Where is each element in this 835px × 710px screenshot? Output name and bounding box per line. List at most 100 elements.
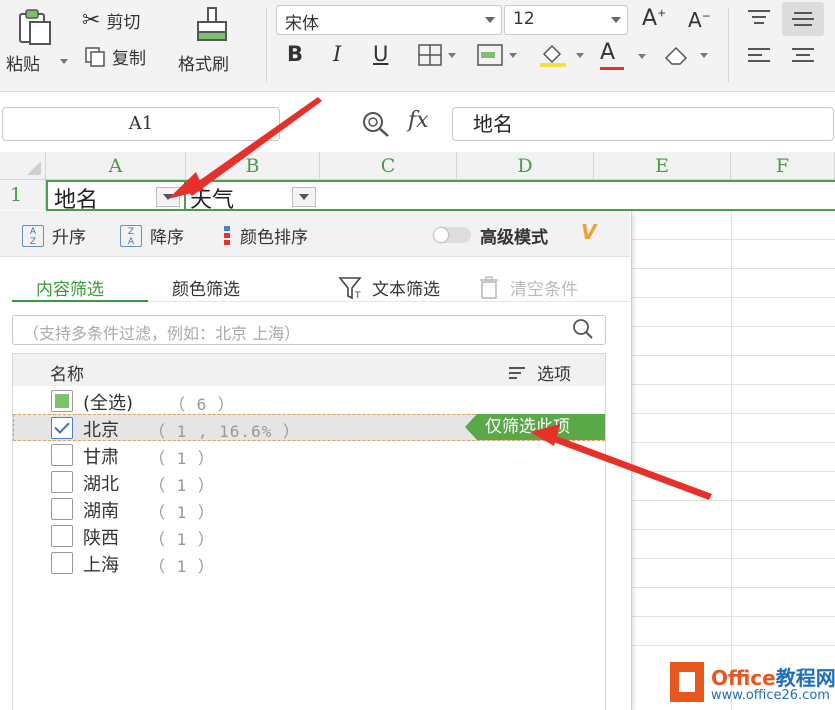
copy-icon <box>85 46 105 67</box>
grow-font-icon[interactable]: A+ <box>642 6 666 31</box>
checkbox[interactable] <box>51 417 73 439</box>
gridline <box>632 500 835 501</box>
funnel-icon: T <box>338 276 362 300</box>
options-button[interactable]: 选项 <box>509 360 571 385</box>
list-item-select-all[interactable]: (全选) （ 6 ） <box>13 387 605 414</box>
checkbox[interactable] <box>51 471 73 493</box>
checkbox[interactable] <box>51 444 73 466</box>
color-sort-icon <box>224 225 230 246</box>
vip-badge: V <box>581 220 597 244</box>
watermark-title: Office教程网 <box>711 666 835 690</box>
fx-label[interactable]: fx <box>408 108 429 133</box>
shrink-font-icon[interactable]: A− <box>688 8 711 32</box>
sort-descending-button[interactable]: ZA 降序 <box>120 223 184 248</box>
copy-label: 复制 <box>112 49 146 69</box>
paste-button[interactable]: 粘贴 <box>4 4 68 84</box>
advanced-mode-toggle[interactable] <box>433 227 471 243</box>
list-item[interactable]: 甘肃 （ 1 ） <box>13 441 605 468</box>
filter-only-this-button[interactable]: 仅筛选此项 <box>465 414 605 440</box>
sort-ascending-button[interactable]: AZ 升序 <box>22 223 86 248</box>
formula-input[interactable]: 地名 <box>452 107 834 141</box>
font-color-swatch <box>600 67 624 70</box>
advanced-mode-label: 高级模式 <box>480 228 548 248</box>
column-header-b[interactable]: B <box>186 152 320 180</box>
merge-cells-button[interactable] <box>477 44 517 70</box>
checkbox[interactable] <box>51 498 73 520</box>
column-header-e[interactable]: E <box>594 152 731 180</box>
clear-conditions-button[interactable]: 清空条件 <box>478 275 578 300</box>
text-filter-button[interactable]: T 文本筛选 <box>338 275 440 300</box>
ribbon-divider <box>728 8 729 82</box>
gridline <box>632 268 835 269</box>
clipboard-icon <box>19 9 51 45</box>
bold-button[interactable]: B <box>287 42 303 66</box>
formula-bar: A1 fx 地名 <box>0 104 835 152</box>
scissors-icon: ✂ <box>82 8 101 33</box>
row-header-1[interactable]: 1 <box>0 180 46 210</box>
align-top-icon[interactable] <box>746 8 772 30</box>
align-left-icon[interactable] <box>746 46 772 68</box>
color-sort-button[interactable]: 颜色排序 <box>224 223 308 248</box>
gridline <box>632 529 835 530</box>
chevron-down-icon <box>60 59 68 64</box>
checkbox[interactable] <box>51 552 73 574</box>
align-center-icon[interactable] <box>790 46 816 68</box>
list-header-name: 名称 <box>50 365 84 385</box>
column-header-d[interactable]: D <box>457 152 594 180</box>
paint-bucket-icon <box>540 44 566 67</box>
italic-button[interactable]: I <box>333 42 341 66</box>
column-header-a[interactable]: A <box>46 152 186 180</box>
column-header-f[interactable]: F <box>731 152 835 180</box>
chevron-down-icon <box>485 17 495 23</box>
checkbox[interactable] <box>51 390 73 412</box>
gridline <box>632 558 835 559</box>
copy-button[interactable]: 复制 <box>84 44 146 69</box>
item-count: （ 6 ） <box>169 395 235 414</box>
font-color-button[interactable]: A <box>600 40 646 70</box>
underline-button[interactable]: U <box>373 42 388 66</box>
tab-content-filter[interactable]: 内容筛选 <box>36 275 104 300</box>
sort-ascending-label: 升序 <box>52 228 86 248</box>
align-middle-button[interactable] <box>782 2 824 36</box>
font-name-select[interactable]: 宋体 <box>276 5 502 35</box>
fill-color-button[interactable] <box>538 42 584 72</box>
select-all-corner[interactable] <box>0 152 46 180</box>
tab-color-filter[interactable]: 颜色筛选 <box>172 275 240 300</box>
column-header-c[interactable]: C <box>320 152 457 180</box>
item-count: （ 1 ） <box>149 530 215 549</box>
list-item[interactable]: 上海 （ 1 ） <box>13 549 605 576</box>
chevron-down-icon <box>611 17 621 23</box>
cut-button[interactable]: ✂ 剪切 <box>82 8 140 33</box>
item-label: 甘肃 <box>83 447 119 468</box>
cell-a1-text: 地名 <box>54 188 99 213</box>
filter-dropdown-b[interactable] <box>292 187 316 207</box>
list-item[interactable]: 湖南 （ 1 ） <box>13 495 605 522</box>
checkbox[interactable] <box>51 525 73 547</box>
search-icon[interactable] <box>572 318 594 340</box>
paste-label: 粘贴 <box>6 55 40 75</box>
chevron-down-icon <box>700 53 708 58</box>
name-box[interactable]: A1 <box>2 107 280 141</box>
gridline <box>632 442 835 443</box>
office-logo-icon <box>670 662 704 702</box>
clear-format-button[interactable] <box>662 44 708 70</box>
sort-descending-label: 降序 <box>150 228 184 248</box>
list-item[interactable]: 湖北 （ 1 ） <box>13 468 605 495</box>
chevron-down-icon <box>509 53 517 58</box>
list-item-beijing[interactable]: 北京 （ 1 , 16.6% ） 仅筛选此项 <box>13 414 605 441</box>
filter-values-list: 名称 选项 (全选) （ 6 ） 北京 （ 1 , 16.6% ） 仅筛选此项 … <box>12 353 606 710</box>
item-label: 湖南 <box>83 501 119 522</box>
list-item[interactable]: 陕西 （ 1 ） <box>13 522 605 549</box>
filter-dropdown-a[interactable] <box>156 187 180 207</box>
format-painter-button[interactable]: 格式刷 <box>176 4 250 84</box>
filter-search-input[interactable]: （支持多条件过滤，例如：北京 上海） <box>12 315 606 345</box>
merge-cells-icon <box>477 44 503 66</box>
gridline <box>632 326 835 327</box>
zoom-formula-icon[interactable] <box>360 110 392 138</box>
color-sort-label: 颜色排序 <box>240 228 308 248</box>
item-count: （ 1 ） <box>149 476 215 495</box>
trash-icon <box>480 275 498 299</box>
font-size-select[interactable]: 12 <box>504 5 628 35</box>
chevron-down-icon <box>448 53 456 58</box>
borders-button[interactable] <box>418 44 456 70</box>
